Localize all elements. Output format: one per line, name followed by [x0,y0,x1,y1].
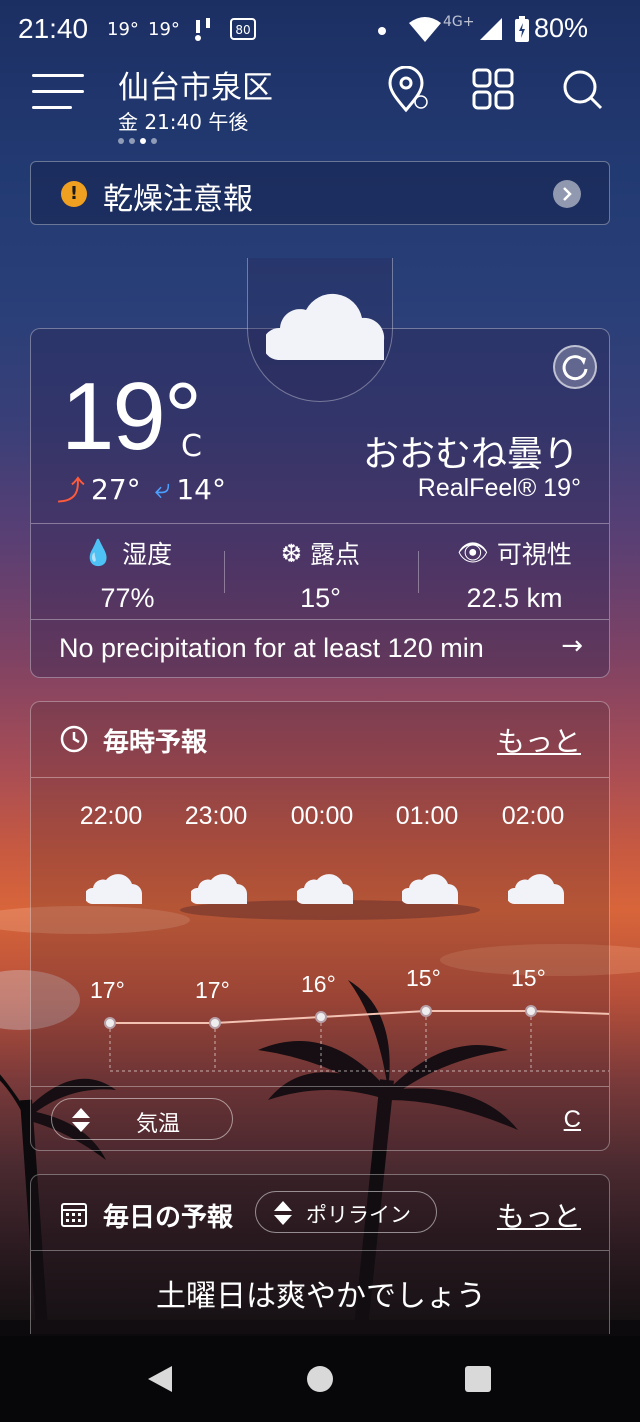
hourly-forecast-card[interactable]: 毎時予報 もっと 22:00 23:00 00:00 01:00 02:00 1… [30,701,610,1151]
metric-humidity: 💧 湿度 77% [31,535,224,614]
wifi-icon [409,17,441,42]
realfeel-temp: RealFeel® 19° [417,474,581,502]
status-bar: 21:40 19° 19° 80 4G+ 80% [0,0,640,60]
temperature-point [525,1005,537,1017]
sort-arrows-icon [274,1201,292,1225]
svg-text:80: 80 [235,23,250,37]
graph-type-selector[interactable]: 気温 [51,1098,233,1140]
calendar-icon [61,1203,87,1227]
dew-point-value: 15° [300,583,341,613]
menu-button[interactable] [32,74,84,116]
temperature-point [420,1005,432,1017]
temperature-unit: C [181,429,202,464]
daily-view-label: ポリライン [306,1203,411,1227]
arrow-down-icon: ⤶ [154,472,171,505]
temperature-graph [104,1005,609,1072]
grid-icon[interactable] [472,66,516,114]
unit-toggle[interactable]: C [564,1106,581,1134]
temperature-point [104,1017,116,1029]
battery-icon [515,16,529,42]
status-temp-b: 19° [148,19,180,40]
refresh-icon [562,355,588,381]
chevron-right-icon [553,180,581,208]
location-pin-icon[interactable] [386,66,430,114]
refresh-button[interactable] [553,345,597,389]
weather-condition: おおむね曇り [362,434,579,475]
page-indicator [118,138,157,144]
weather-alert-banner[interactable]: ! 乾燥注意報 [30,161,610,225]
daily-title: 毎日の予報 [103,1203,234,1233]
daily-more-link[interactable]: もっと [497,1195,581,1235]
location-datetime: 金 21:40 午後 [118,110,249,134]
home-icon[interactable] [307,1366,333,1392]
high-low-temps: ⤴ 27° ⤶ 14° [57,469,226,509]
search-icon[interactable] [560,66,604,114]
arrow-right-icon[interactable]: → [561,631,583,661]
location-title[interactable]: 仙台市泉区 [118,62,273,107]
system-nav-bar [0,1336,640,1422]
network-type: 4G+ [443,14,475,30]
divider [31,523,609,524]
metric-visibility: 👁 可視性 22.5 km [418,535,609,614]
metric-dew-point: ❆ 露点 15° [224,535,417,614]
sort-arrows-icon [72,1108,90,1132]
current-temperature: 19° [61,363,202,470]
droplet-icon: 💧 [82,538,115,567]
low-temp: 14° [176,472,226,506]
battery-level: 80% [534,13,589,43]
status-time: 21:40 [18,13,89,44]
divider [31,619,609,620]
notification-icon [195,18,210,41]
status-temp-a: 19° [107,19,139,40]
graph-type-label: 気温 [136,1112,181,1137]
back-icon[interactable] [146,1364,174,1394]
eye-icon: 👁 [457,538,489,567]
daily-forecast-card[interactable]: 毎日の予報 ポリライン もっと 土曜日は爽やかでしょう [30,1174,610,1334]
daily-summary: 土曜日は爽やかでしょう [156,1279,486,1314]
divider [31,1086,609,1087]
alert-text: 乾燥注意報 [103,182,253,217]
divider [31,1250,609,1251]
temperature-point [315,1011,327,1023]
daily-view-selector[interactable]: ポリライン [255,1191,437,1233]
app-badge-icon: 80 [230,18,256,40]
recents-icon[interactable] [465,1366,491,1392]
humidity-value: 77% [100,583,155,613]
arrow-up-icon: ⤴ [57,474,86,507]
dew-point-icon: ❆ [281,538,302,568]
signal-icon [480,18,502,40]
dot-icon [378,27,386,35]
precipitation-summary[interactable]: No precipitation for at least 120 min [59,633,484,664]
cloudy-icon [266,293,385,360]
temperature-point [209,1017,221,1029]
visibility-value: 22.5 km [466,583,563,613]
menu-icon [32,74,84,77]
warning-icon: ! [61,181,87,207]
high-temp: 27° [91,472,141,506]
